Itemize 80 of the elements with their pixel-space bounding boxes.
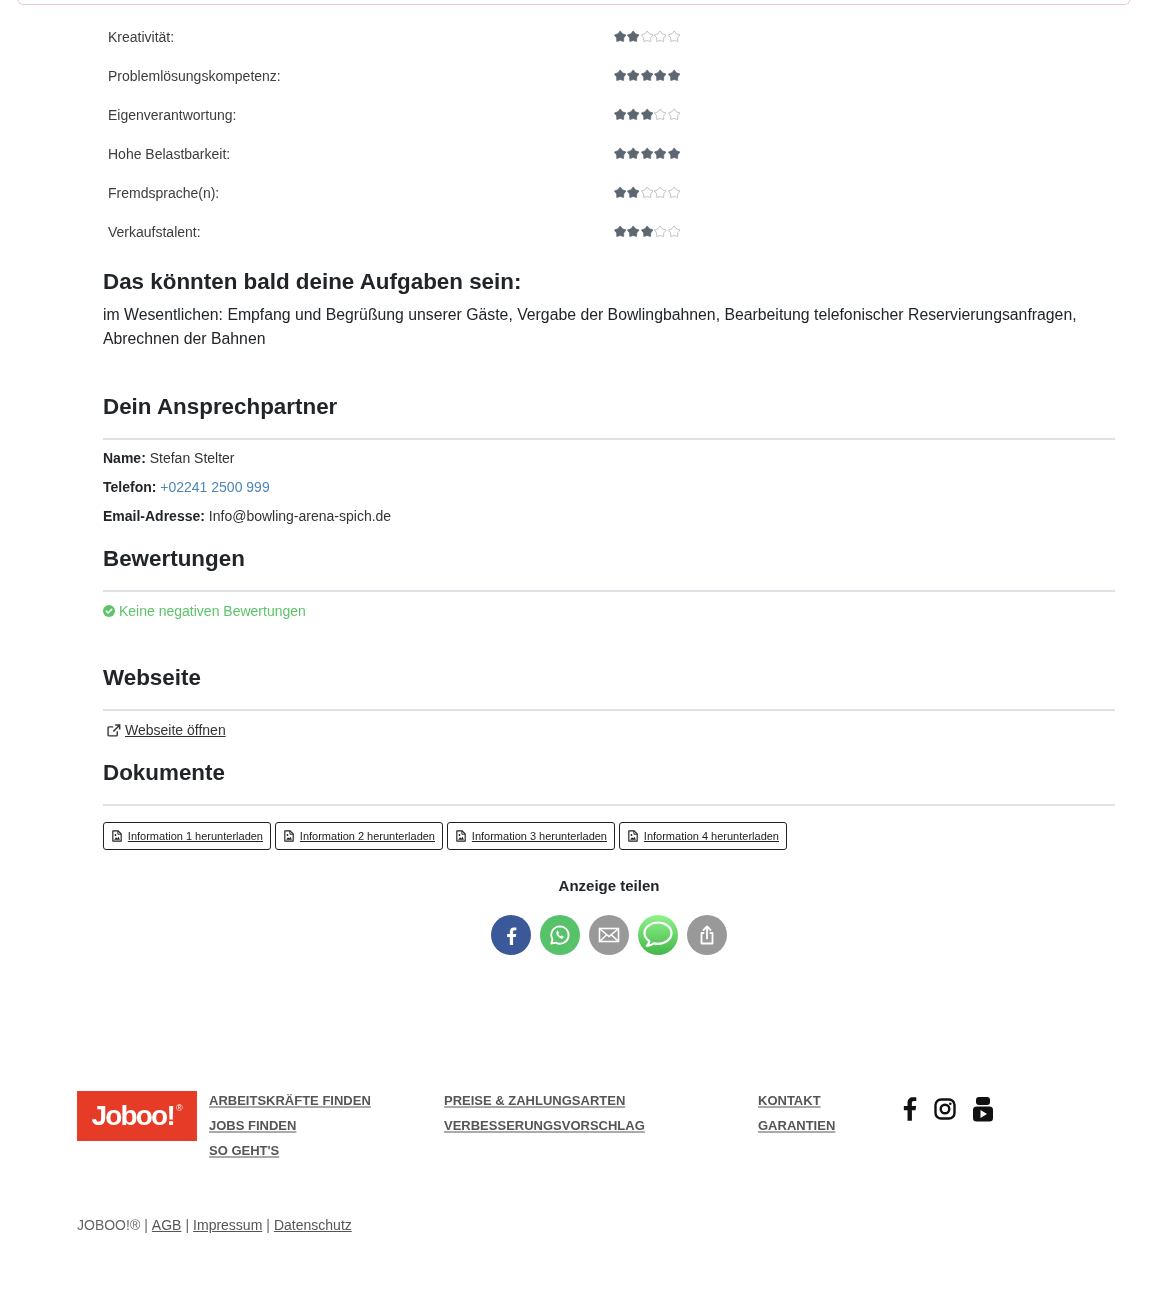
star-icon xyxy=(627,69,640,82)
image-file-icon xyxy=(284,830,294,842)
star-icon xyxy=(614,30,627,43)
skill-label: Problemlösungskompetenz: xyxy=(108,66,281,85)
instagram-icon[interactable] xyxy=(934,1098,956,1120)
star-icon xyxy=(640,108,654,121)
star-outline-icon xyxy=(654,186,667,199)
star-icon xyxy=(654,69,667,82)
check-circle-icon xyxy=(103,605,115,617)
section-heading: Das könnten bald deine Aufgaben sein: xyxy=(103,268,522,296)
section-heading: Dein Ansprechpartner xyxy=(103,393,338,421)
skill-label: Verkaufstalent: xyxy=(108,222,201,241)
skill-label: Fremdsprache(n): xyxy=(108,183,220,202)
footer-link[interactable]: KONTAKT xyxy=(758,1088,821,1113)
skill-label: Hohe Belastbarkeit: xyxy=(108,144,231,163)
section-heading: Bewertungen xyxy=(103,545,245,573)
facebook-icon[interactable] xyxy=(491,915,531,955)
star-icon xyxy=(614,147,627,160)
facebook-icon[interactable] xyxy=(903,1097,917,1121)
separator: | xyxy=(266,1216,270,1235)
footer-link[interactable]: ARBEITSKRÄFTE FINDEN xyxy=(209,1088,371,1113)
image-file-icon xyxy=(112,830,122,842)
star-outline-icon xyxy=(667,108,680,121)
star-icon xyxy=(627,147,640,160)
skill-label: Eigenverantwortung: xyxy=(108,105,237,124)
download-button[interactable]: Information 3 herunterladen xyxy=(447,822,615,850)
star-icon xyxy=(640,147,654,160)
mail-icon[interactable] xyxy=(589,915,629,955)
star-outline-icon xyxy=(667,30,680,43)
legal-link[interactable]: AGB xyxy=(151,1215,182,1235)
legal-link[interactable]: Datenschutz xyxy=(273,1215,352,1235)
tasks-text: im Wesentlichen: Empfang und Begrüßung unserer Gäste, Vergabe der Bowlingbahnen, Bearbeitung telefonischer Reservierungsanfragen, Abrechnen der Bahnen xyxy=(103,305,1078,349)
star-outline-icon xyxy=(667,225,680,238)
star-outline-icon xyxy=(640,30,654,43)
image-file-icon xyxy=(456,830,466,842)
logo[interactable]: Joboo!$^{®}$ xyxy=(77,1091,197,1141)
separator: | xyxy=(185,1216,190,1235)
contact-detail: Email-Adresse: Info@bowling-arena-spich.de xyxy=(103,507,392,526)
footer-link[interactable]: JOBS FINDEN xyxy=(209,1113,297,1138)
footer-link[interactable]: VERBESSERUNGSVORSCHLAG xyxy=(444,1113,645,1138)
download-button[interactable]: Information 1 herunterladen xyxy=(103,822,271,850)
star-outline-icon xyxy=(654,30,667,43)
share-icon[interactable] xyxy=(687,915,727,955)
star-icon xyxy=(667,147,680,160)
youtube-icon[interactable] xyxy=(973,1096,993,1122)
star-icon xyxy=(627,186,640,199)
star-icon xyxy=(614,69,627,82)
star-icon xyxy=(614,225,627,238)
star-outline-icon xyxy=(654,225,667,238)
download-button[interactable]: Information 4 herunterladen xyxy=(619,822,787,850)
star-icon xyxy=(667,69,680,82)
separator: | xyxy=(144,1216,148,1235)
star-icon xyxy=(627,108,640,121)
contact-detail: Name: Stefan Stelter xyxy=(103,449,235,468)
section-heading: Dokumente xyxy=(103,759,225,787)
star-icon xyxy=(627,30,640,43)
footer-link[interactable]: PREISE & ZAHLUNGSARTEN xyxy=(444,1088,626,1113)
star-icon xyxy=(640,69,654,82)
star-icon xyxy=(654,147,667,160)
website-link[interactable]: Webseite öffnen xyxy=(107,718,226,742)
image-file-icon xyxy=(628,830,638,842)
share-title: Anzeige teilen xyxy=(558,876,660,896)
footer-link[interactable]: GARANTIEN xyxy=(758,1113,836,1138)
footer-link[interactable]: SO GEHT'S xyxy=(209,1138,280,1163)
star-icon xyxy=(614,108,627,121)
contact-detail: Telefon: +02241 2500 999 xyxy=(103,478,270,497)
brand-text: JOBOO!® xyxy=(77,1216,141,1235)
star-outline-icon xyxy=(667,186,680,199)
external-link-icon xyxy=(107,723,121,737)
star-icon xyxy=(627,225,640,238)
review-status-text: Keine negativen Bewertungen xyxy=(119,603,306,619)
legal-link[interactable]: Impressum xyxy=(193,1215,263,1235)
section-heading: Webseite xyxy=(103,664,201,692)
star-outline-icon xyxy=(654,108,667,121)
download-button[interactable]: Information 2 herunterladen xyxy=(275,822,443,850)
skill-label: Kreativität: xyxy=(108,27,175,46)
star-icon xyxy=(614,186,627,199)
star-outline-icon xyxy=(640,186,654,199)
star-icon xyxy=(640,225,654,238)
phone-link[interactable]: +02241 2500 999 xyxy=(160,479,270,495)
